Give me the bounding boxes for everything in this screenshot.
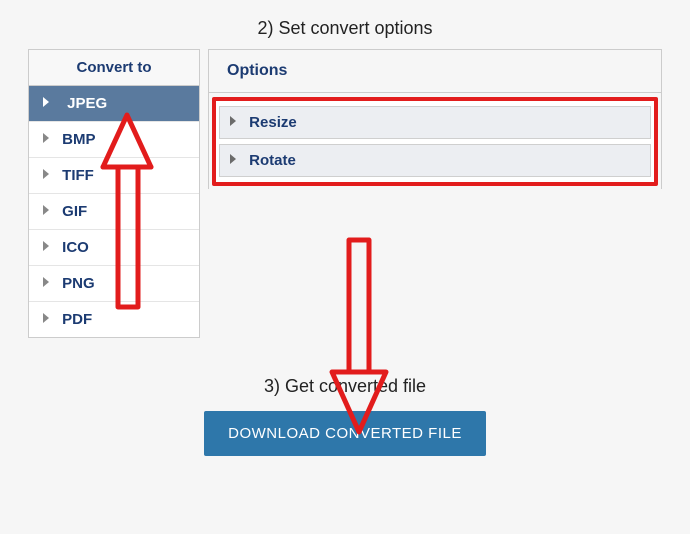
options-header: Options — [209, 50, 661, 93]
options-panel: Options Resize Rotate — [208, 49, 662, 189]
sidebar-item-label: ICO — [62, 239, 89, 256]
sidebar-item-label: JPEG — [67, 95, 107, 112]
step2-title: 2) Set convert options — [0, 0, 690, 49]
options-highlight-annotation: Resize Rotate — [212, 97, 658, 186]
sidebar-item-label: TIFF — [62, 167, 94, 184]
expand-icon — [43, 133, 49, 143]
option-row-label: Resize — [249, 114, 297, 131]
option-rotate[interactable]: Rotate — [219, 144, 651, 177]
download-button[interactable]: DOWNLOAD CONVERTED FILE — [204, 411, 486, 456]
expand-icon — [43, 277, 49, 287]
sidebar-item-label: BMP — [62, 131, 95, 148]
sidebar-item-tiff[interactable]: TIFF — [29, 158, 199, 194]
sidebar-item-bmp[interactable]: BMP — [29, 122, 199, 158]
sidebar-header: Convert to — [29, 50, 199, 86]
sidebar-item-label: GIF — [62, 203, 87, 220]
sidebar-item-label: PNG — [62, 275, 95, 292]
expand-icon — [43, 241, 49, 251]
sidebar-item-label: PDF — [62, 311, 92, 328]
expand-icon — [43, 313, 49, 323]
sidebar-item-ico[interactable]: ICO — [29, 230, 199, 266]
sidebar-item-gif[interactable]: GIF — [29, 194, 199, 230]
expand-icon — [43, 97, 54, 107]
sidebar-item-png[interactable]: PNG — [29, 266, 199, 302]
option-resize[interactable]: Resize — [219, 106, 651, 139]
expand-icon — [43, 169, 49, 179]
option-row-label: Rotate — [249, 152, 296, 169]
sidebar-item-pdf[interactable]: PDF — [29, 302, 199, 337]
expand-icon — [43, 205, 49, 215]
step3-title: 3) Get converted file — [0, 338, 690, 397]
expand-icon — [230, 154, 236, 164]
expand-icon — [230, 116, 236, 126]
format-sidebar: Convert to JPEG BMP TIFF GIF ICO PNG PDF — [28, 49, 200, 338]
sidebar-item-jpeg[interactable]: JPEG — [29, 86, 199, 122]
